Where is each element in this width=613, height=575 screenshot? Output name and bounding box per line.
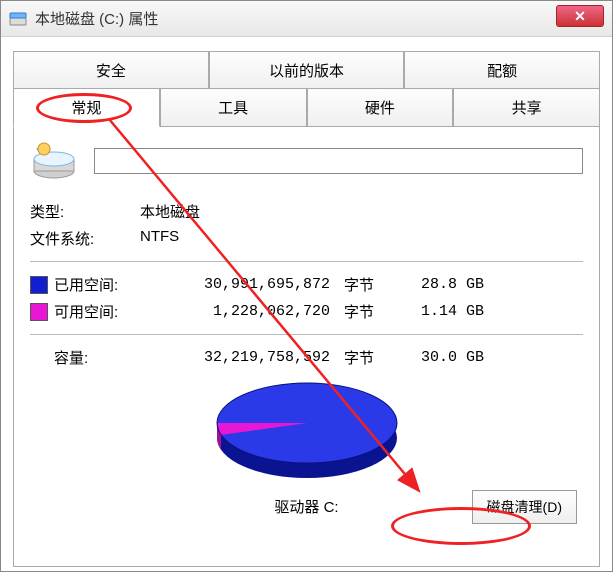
- disk-cleanup-button[interactable]: 磁盘清理(D): [472, 490, 577, 524]
- divider-1: [30, 261, 583, 262]
- used-bytes: 30,991,695,872: [154, 276, 344, 293]
- tab-general[interactable]: 常规: [13, 88, 160, 127]
- free-label: 可用空间:: [54, 301, 154, 322]
- disk-usage-pie-chart: [207, 378, 407, 488]
- content-area: 安全 以前的版本 配额 常规 工具 硬件 共享: [1, 37, 612, 575]
- used-swatch-icon: [30, 276, 48, 294]
- capacity-bytes: 32,219,758,592: [154, 349, 344, 366]
- tab-previous-versions[interactable]: 以前的版本: [209, 51, 405, 89]
- drive-letter-label: 驱动器 C:: [274, 496, 338, 517]
- type-label: 类型:: [30, 201, 140, 222]
- drive-icon: [9, 10, 27, 28]
- divider-2: [30, 334, 583, 335]
- capacity-gb: 30.0 GB: [394, 349, 484, 366]
- drive-large-icon: [30, 141, 78, 181]
- free-unit: 字节: [344, 301, 394, 322]
- filesystem-row: 文件系统: NTFS: [30, 228, 583, 249]
- properties-window: 本地磁盘 (C:) 属性 ✕ 安全 以前的版本 配额 常规 工具 硬件 共享: [0, 0, 613, 572]
- tab-tools[interactable]: 工具: [160, 88, 307, 127]
- tab-quota[interactable]: 配额: [404, 51, 600, 89]
- tab-row-top: 安全 以前的版本 配额: [13, 51, 600, 89]
- used-label: 已用空间:: [54, 274, 154, 295]
- type-row: 类型: 本地磁盘: [30, 201, 583, 222]
- titlebar: 本地磁盘 (C:) 属性 ✕: [1, 1, 612, 37]
- free-swatch-icon: [30, 303, 48, 321]
- free-space-row: 可用空间: 1,228,062,720 字节 1.14 GB: [30, 301, 583, 322]
- general-panel: 类型: 本地磁盘 文件系统: NTFS 已用空间: 30,991,695,872…: [13, 127, 600, 567]
- pie-chart-wrap: [30, 378, 583, 488]
- bottom-row: 驱动器 C: 磁盘清理(D): [30, 496, 583, 517]
- window-title: 本地磁盘 (C:) 属性: [35, 8, 158, 29]
- fs-value: NTFS: [140, 228, 583, 249]
- tab-container: 安全 以前的版本 配额 常规 工具 硬件 共享: [13, 51, 600, 567]
- close-button[interactable]: ✕: [556, 5, 604, 27]
- drive-header: [30, 141, 583, 181]
- used-unit: 字节: [344, 274, 394, 295]
- close-icon: ✕: [574, 8, 586, 25]
- tab-row-bottom: 常规 工具 硬件 共享: [13, 88, 600, 127]
- used-gb: 28.8 GB: [394, 276, 484, 293]
- capacity-label: 容量:: [30, 347, 154, 368]
- capacity-unit: 字节: [344, 347, 394, 368]
- tab-hardware[interactable]: 硬件: [307, 88, 454, 127]
- used-space-row: 已用空间: 30,991,695,872 字节 28.8 GB: [30, 274, 583, 295]
- fs-label: 文件系统:: [30, 228, 140, 249]
- free-gb: 1.14 GB: [394, 303, 484, 320]
- tab-security[interactable]: 安全: [13, 51, 209, 89]
- free-bytes: 1,228,062,720: [154, 303, 344, 320]
- tab-sharing[interactable]: 共享: [453, 88, 600, 127]
- type-value: 本地磁盘: [140, 201, 583, 222]
- capacity-row: 容量: 32,219,758,592 字节 30.0 GB: [30, 347, 583, 368]
- drive-name-input[interactable]: [94, 148, 583, 174]
